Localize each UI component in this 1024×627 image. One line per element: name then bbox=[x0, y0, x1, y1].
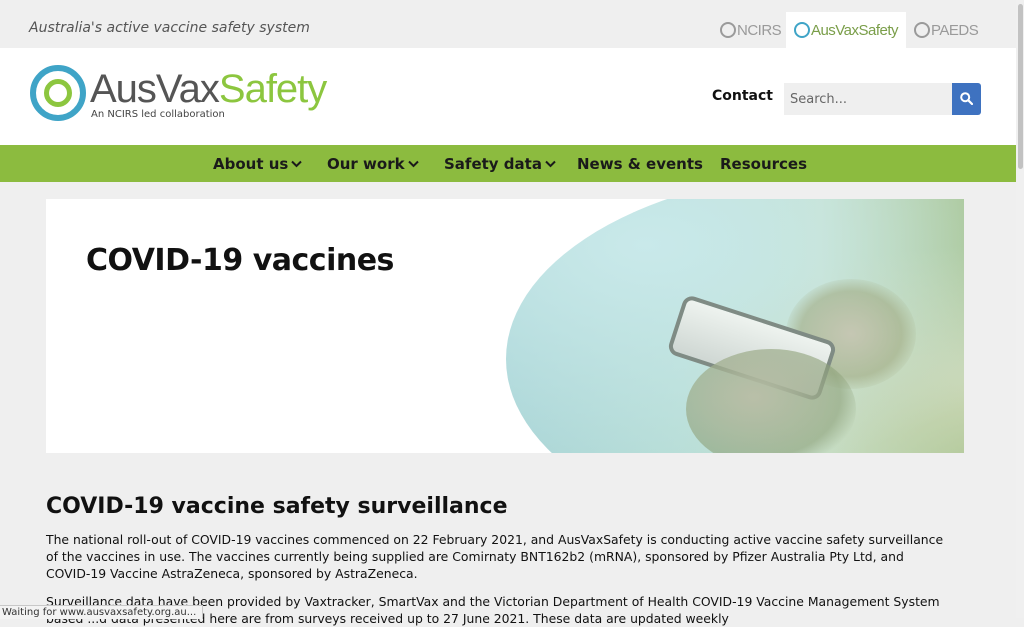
nav-item-news-events[interactable]: News & events bbox=[577, 155, 703, 173]
search-icon bbox=[960, 92, 973, 105]
network-link-ausvaxsafety[interactable]: AusVaxSafety bbox=[786, 12, 906, 48]
contact-link[interactable]: Contact bbox=[712, 88, 773, 104]
hero-banner: COVID-19 vaccines bbox=[46, 199, 964, 453]
body-paragraph: The national roll-out of COVID-19 vaccin… bbox=[46, 532, 944, 581]
network-link-paeds[interactable]: PAEDS bbox=[914, 12, 979, 48]
logo-wordmark: AusVaxSafety bbox=[90, 67, 327, 111]
top-utility-bar: Australia's active vaccine safety system… bbox=[0, 0, 1016, 48]
site-logo[interactable]: AusVaxSafety An NCIRS led collaboration bbox=[30, 65, 330, 125]
network-link-label: NCIRS bbox=[737, 21, 782, 39]
network-link-label: AusVaxSafety bbox=[810, 21, 899, 39]
network-link-label: PAEDS bbox=[931, 21, 979, 39]
ncirs-logo-icon bbox=[720, 22, 736, 38]
main-navigation: About us Our work Safety data News & eve… bbox=[0, 145, 1016, 182]
logo-rings-icon bbox=[30, 65, 86, 121]
nav-item-our-work[interactable]: Our work bbox=[327, 155, 419, 173]
search-button[interactable] bbox=[952, 83, 981, 115]
paeds-logo-icon bbox=[914, 22, 930, 38]
logo-subtitle: An NCIRS led collaboration bbox=[91, 109, 225, 120]
chevron-down-icon bbox=[545, 160, 556, 168]
search-input[interactable] bbox=[784, 83, 952, 115]
scrollbar-thumb[interactable] bbox=[1018, 4, 1023, 169]
nav-item-about-us[interactable]: About us bbox=[213, 155, 303, 173]
nav-item-safety-data[interactable]: Safety data bbox=[444, 155, 556, 173]
ausvaxsafety-logo-icon bbox=[793, 22, 810, 38]
browser-status-bar: Waiting for www.ausvaxsafety.org.au... bbox=[0, 605, 204, 619]
nav-item-resources[interactable]: Resources bbox=[720, 155, 807, 173]
site-tagline: Australia's active vaccine safety system bbox=[29, 20, 310, 36]
site-header: AusVaxSafety An NCIRS led collaboration … bbox=[0, 48, 1016, 145]
chevron-down-icon bbox=[291, 160, 303, 168]
chevron-down-icon bbox=[407, 160, 419, 168]
page-title: COVID-19 vaccines bbox=[86, 243, 394, 278]
network-link-ncirs[interactable]: NCIRS bbox=[720, 12, 782, 48]
section-heading: COVID-19 vaccine safety surveillance bbox=[46, 494, 508, 519]
